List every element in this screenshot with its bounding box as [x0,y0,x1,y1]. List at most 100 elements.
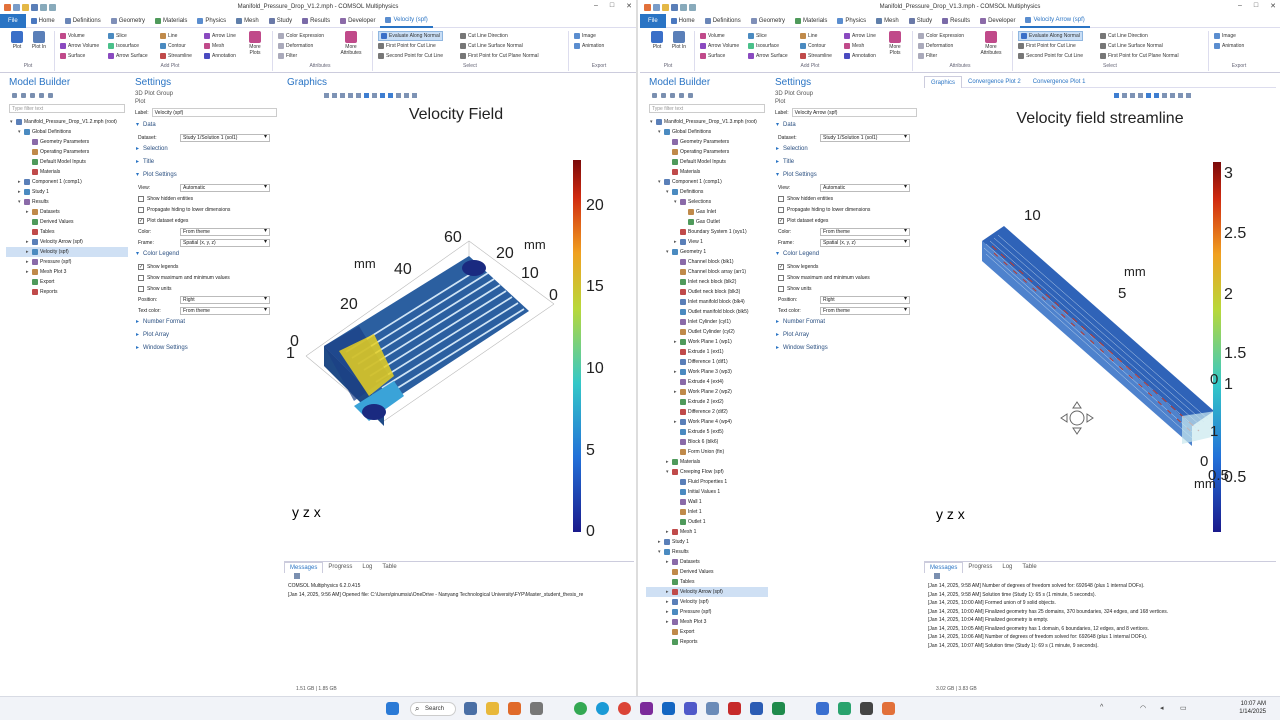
section-plot-array[interactable]: Plot Array [772,329,920,342]
arrow-surface-button[interactable]: Arrow Surface [108,51,148,61]
ribbon-tab-0[interactable]: File [0,13,26,28]
tree-node[interactable]: Tables [646,577,768,587]
ribbon-tab-8[interactable]: Results [937,14,975,28]
tree-node[interactable]: ▸ Work Plane 2 (wp2) [646,387,768,397]
checkbox-show-legends[interactable]: ✓ Show legends [772,261,920,272]
ribbon-tab-5[interactable]: Physics [192,14,231,28]
checkbox-icon[interactable]: ✓ [138,263,144,270]
checkbox-show-legends[interactable]: ✓ Show legends [132,261,280,272]
volume-button[interactable]: Volume [60,31,85,41]
clear-icon[interactable] [934,573,940,579]
tree-node[interactable]: Inlet Cylinder (cyl1) [646,317,768,327]
text_color-select[interactable]: From theme [820,306,910,315]
minimize-icon[interactable]: – [1238,2,1242,10]
label-field[interactable]: Velocity (spf) [151,108,277,117]
tree-node[interactable]: Outlet Cylinder (cyl2) [646,327,768,337]
ribbon-tab-6[interactable]: Mesh [871,14,904,28]
tree-node[interactable]: Derived Values [646,567,768,577]
tree-node[interactable]: Boundary System 1 (sys1) [646,227,768,237]
volume-button[interactable]: Volume [700,31,725,41]
checkbox-show-minmax[interactable]: Show maximum and minimum values [772,272,920,283]
frame-select[interactable]: Spatial (x, y, z) [820,238,910,247]
section-window-settings[interactable]: Window Settings [772,342,920,355]
annotation-button[interactable]: Annotation [844,51,876,61]
more-attributes-button[interactable]: More Attributes [340,31,362,56]
filter-button[interactable]: Filter [918,51,937,61]
app-gray-icon[interactable] [530,702,543,715]
tree-expand-icon[interactable]: ▸ [674,387,677,397]
tree-node[interactable]: ▸ Pressure (spf) [6,257,128,267]
battery-icon[interactable]: ▭ [1180,704,1187,712]
animation-button[interactable]: Animation [574,41,604,51]
checkbox-icon[interactable]: ✓ [778,263,784,270]
messages-tab-3[interactable]: Table [377,562,401,573]
mesh-button[interactable]: Mesh [204,41,224,51]
messages-tab-1[interactable]: Progress [323,562,357,573]
section-number-format[interactable]: Number Format [132,316,280,329]
tree-node[interactable]: ▸ Study 1 [646,537,768,547]
tree-node[interactable]: Export [646,627,768,637]
messages-tab-1[interactable]: Progress [963,562,997,573]
tree-expand-icon[interactable]: ▸ [666,587,669,597]
section-number-format[interactable]: Number Format [772,316,920,329]
tree-node[interactable]: Extrude 1 (ext1) [646,347,768,357]
section-color-legend[interactable]: Color Legend [772,248,920,261]
app-blue-icon[interactable] [816,702,829,715]
clear-icon[interactable] [294,573,300,579]
ribbon-tab-2[interactable]: Definitions [60,14,106,28]
tree-node[interactable]: Extrude 4 (ext4) [646,377,768,387]
messages-tab-2[interactable]: Log [997,562,1017,573]
tree-node[interactable]: Export [6,277,128,287]
tree-expand-icon[interactable]: ▸ [26,257,29,267]
tree-node[interactable]: Extrude 5 (ext5) [646,427,768,437]
checkbox-show-hidden[interactable]: Show hidden entities [772,193,920,204]
tree-expand-icon[interactable]: ▸ [666,457,669,467]
section-title[interactable]: Title [132,156,280,169]
arrow-surface-button[interactable]: Arrow Surface [748,51,788,61]
section-plot-settings[interactable]: Plot Settings [772,169,920,182]
streamline-button[interactable]: Streamline [800,51,832,61]
checkbox-icon[interactable] [138,195,144,202]
tree-node[interactable]: ▾ Selections [646,197,768,207]
task-view-icon[interactable] [464,702,477,715]
isosurface-button[interactable]: Isosurface [748,41,779,51]
tree-node[interactable]: Channel block array (arr1) [646,267,768,277]
contour-button[interactable]: Contour [160,41,186,51]
tree-expand-icon[interactable]: ▸ [674,237,677,247]
ribbon-tab-4[interactable]: Materials [150,14,192,28]
taskbar-search[interactable]: Search [410,702,456,716]
tree-node[interactable]: Inlet 1 [646,507,768,517]
tree-expand-icon[interactable]: ▸ [666,557,669,567]
messages-tab-0[interactable]: Messages [284,562,324,573]
tree-expand-icon[interactable]: ▾ [666,187,669,197]
streamline-button[interactable]: Streamline [160,51,192,61]
messages-tab-0[interactable]: Messages [924,562,964,573]
tree-node[interactable]: ▾ Results [646,547,768,557]
show-icon[interactable] [48,92,53,98]
tree-expand-icon[interactable]: ▸ [666,597,669,607]
arrow-line-button[interactable]: Arrow Line [844,31,876,41]
isosurface-button[interactable]: Isosurface [108,41,139,51]
tree-expand-icon[interactable]: ▸ [26,237,29,247]
ribbon-tab-3[interactable]: Geometry [106,14,150,28]
tree-node[interactable]: ▸ Component 1 (comp1) [6,177,128,187]
surface-button[interactable]: Surface [60,51,85,61]
view-select[interactable]: Automatic [180,183,270,192]
position-select[interactable]: Right [820,295,910,304]
tree-expand-icon[interactable]: ▾ [666,247,669,257]
section-window-settings[interactable]: Window Settings [132,342,280,355]
onenote-icon[interactable] [640,702,653,715]
comsol-taskbar-icon[interactable] [882,702,895,715]
tree-node[interactable]: Form Union (fin) [646,447,768,457]
messages-tab-3[interactable]: Table [1017,562,1041,573]
tree-node[interactable]: Outlet manifold block (blk5) [646,307,768,317]
second-point-button[interactable]: Second Point for Cut Line [1018,51,1083,61]
dataset-select[interactable]: Study 1/Solution 1 (sol1) [820,133,910,142]
tree-node[interactable]: ▸ Datasets [646,557,768,567]
show-icon[interactable] [688,92,693,98]
tree-node[interactable]: ▸ Work Plane 4 (wp4) [646,417,768,427]
tree-node[interactable]: ▸ Velocity Arrow (spf) [6,237,128,247]
tree-node[interactable]: Tables [6,227,128,237]
view-select[interactable]: Automatic [820,183,910,192]
tree-node[interactable]: Difference 1 (dif1) [646,357,768,367]
